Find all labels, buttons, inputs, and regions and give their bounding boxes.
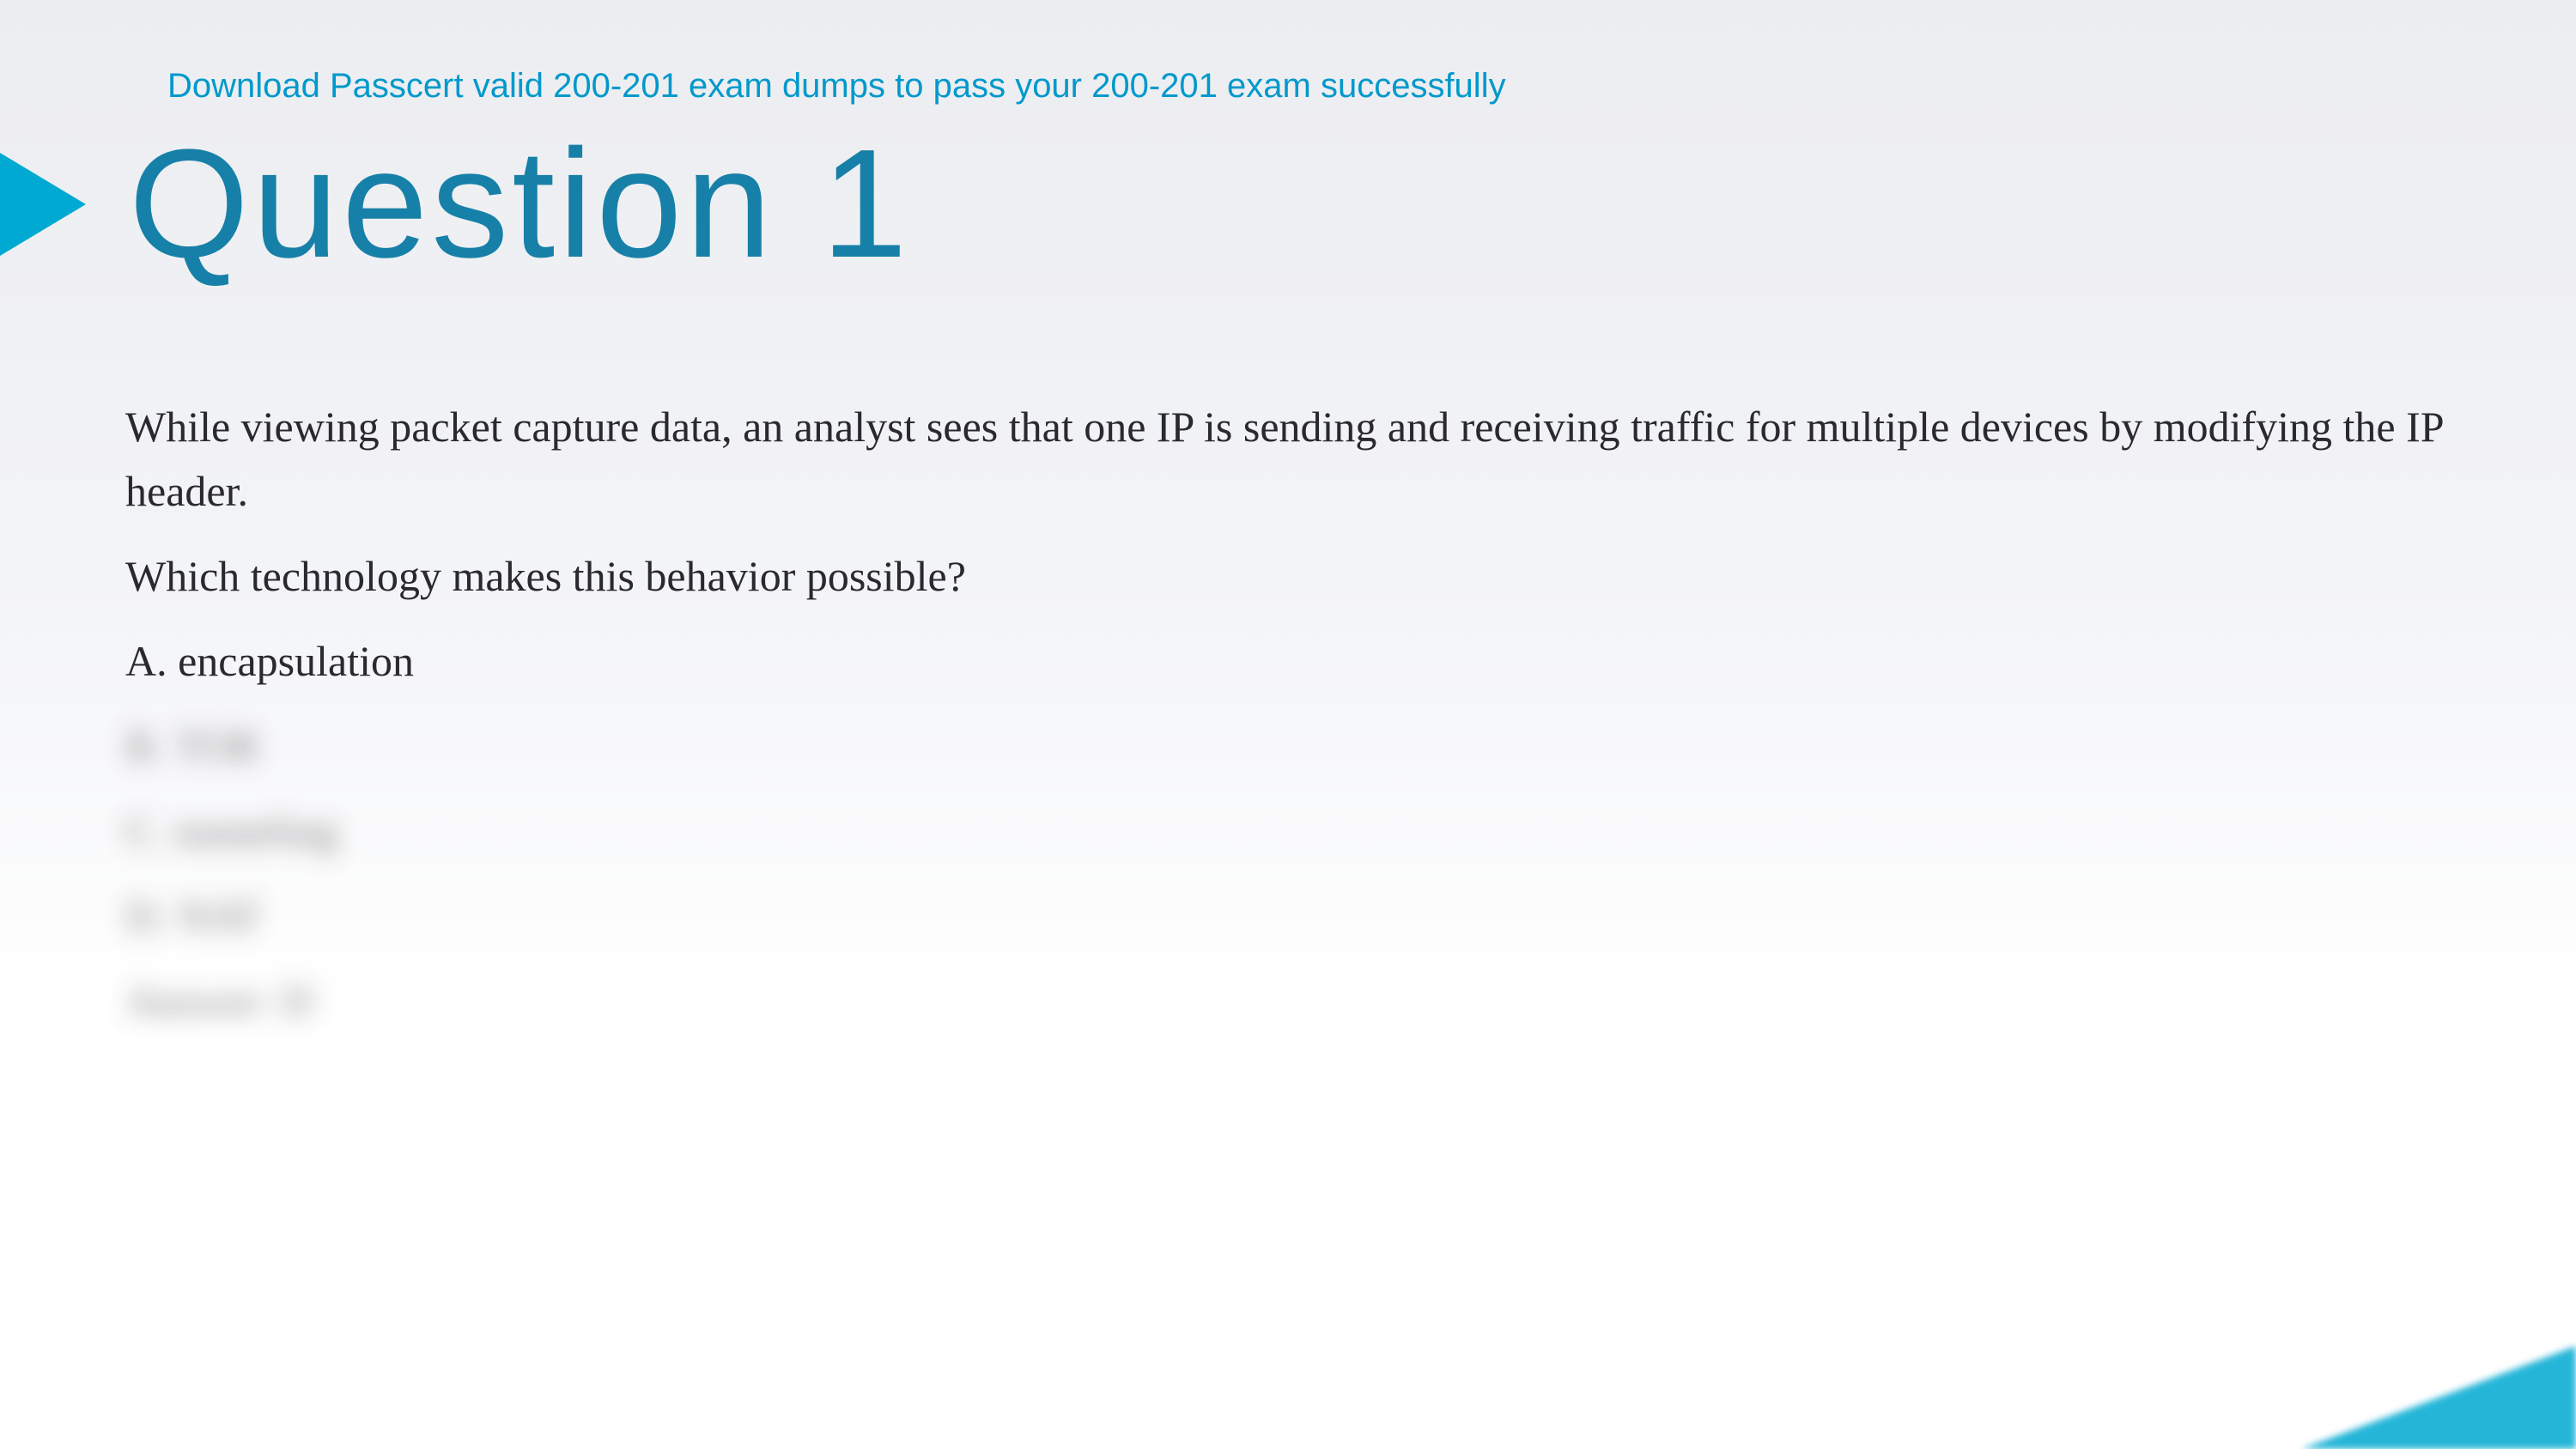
question-scenario: While viewing packet capture data, an an…	[125, 395, 2451, 524]
option-c: C. tunneling	[125, 799, 2451, 864]
title-row: Question 1	[0, 127, 911, 282]
option-b: B. TOR	[125, 714, 2451, 779]
header-banner: Download Passcert valid 200-201 exam dum…	[167, 67, 1506, 106]
question-content: While viewing packet capture data, an an…	[125, 395, 2451, 1054]
option-a: A. encapsulation	[125, 629, 2451, 694]
question-prompt: Which technology makes this behavior pos…	[125, 544, 2451, 609]
answer-line: Answer: D	[125, 969, 2451, 1034]
question-title: Question 1	[129, 127, 911, 282]
triangle-accent-icon	[0, 153, 86, 256]
corner-accent-icon	[2301, 1346, 2576, 1449]
option-d: D. NAT	[125, 884, 2451, 949]
